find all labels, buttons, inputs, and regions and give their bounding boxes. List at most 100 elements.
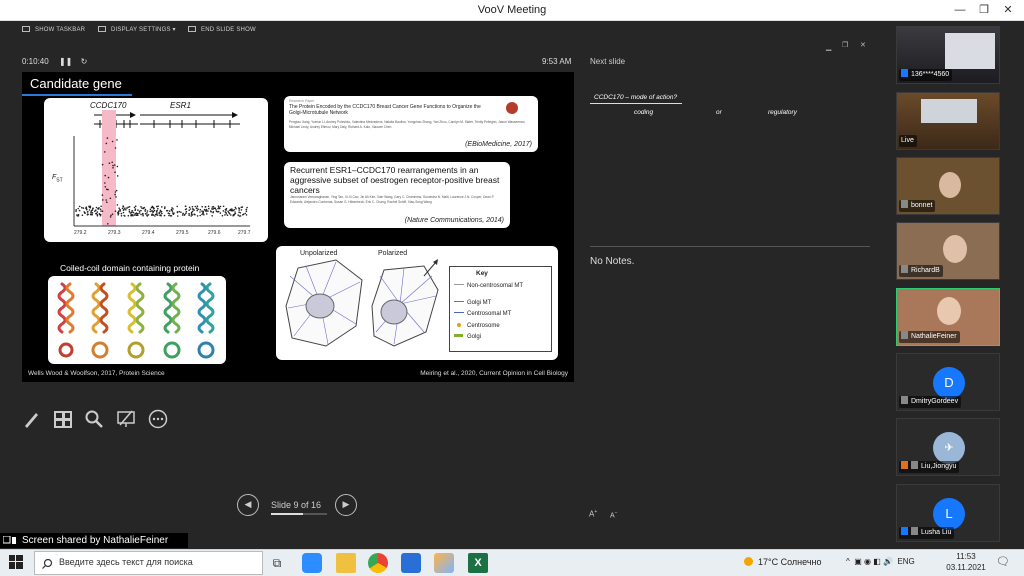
show-taskbar-button[interactable]: SHOW TASKBAR bbox=[22, 26, 85, 33]
participant-tile[interactable]: 136****4560 bbox=[896, 26, 1000, 84]
fst-point bbox=[135, 214, 138, 216]
pp-minimize-icon[interactable]: ▁ bbox=[826, 43, 831, 51]
participant-tile[interactable]: bonnet bbox=[896, 157, 1000, 215]
excel-icon[interactable]: X bbox=[468, 553, 488, 573]
fst-point bbox=[156, 205, 158, 208]
display-settings-button[interactable]: DISPLAY SETTINGS ▾ bbox=[98, 26, 176, 33]
key-item: Centrosome bbox=[454, 323, 500, 330]
fst-point bbox=[107, 188, 109, 191]
black-screen-icon[interactable] bbox=[116, 409, 136, 429]
x-tick: 279.3 bbox=[108, 230, 121, 236]
fst-point bbox=[163, 214, 166, 217]
previous-slide-button[interactable]: ◀ bbox=[237, 494, 259, 516]
reset-timer-icon[interactable]: ↻ bbox=[81, 57, 88, 66]
more-options-icon[interactable] bbox=[148, 409, 168, 429]
close-icon[interactable]: ✕ bbox=[996, 0, 1020, 21]
voov-app-icon[interactable] bbox=[401, 553, 421, 573]
fst-point bbox=[138, 210, 141, 213]
taskbar-search[interactable]: Введите здесь текст для поиска bbox=[34, 551, 263, 575]
fst-point bbox=[188, 206, 191, 209]
increase-font-button[interactable]: A+ bbox=[589, 509, 597, 519]
fst-point bbox=[170, 209, 173, 212]
fst-point bbox=[107, 176, 110, 179]
pp-close-icon[interactable]: ✕ bbox=[860, 41, 866, 49]
fst-point bbox=[138, 212, 141, 214]
fst-point bbox=[77, 207, 79, 210]
participant-tile-active[interactable]: NathalieFeiner bbox=[896, 288, 1000, 346]
fst-point bbox=[181, 214, 184, 216]
fst-point bbox=[207, 210, 209, 212]
fst-point bbox=[230, 214, 232, 216]
notification-icon[interactable]: 🗨 bbox=[996, 555, 1010, 568]
search-icon bbox=[42, 558, 53, 569]
file-explorer-icon[interactable] bbox=[336, 553, 356, 573]
arrow-right-icon: ▶ bbox=[342, 499, 350, 509]
participant-tile[interactable]: RichardB bbox=[896, 222, 1000, 280]
fst-point bbox=[109, 216, 112, 218]
fst-point bbox=[101, 194, 104, 196]
participant-name: DmitryGordeev bbox=[899, 396, 962, 408]
fst-point bbox=[212, 208, 214, 210]
chrome-icon[interactable] bbox=[368, 553, 388, 573]
paper-title: Recurrent ESR1–CCDC170 rearrangements in… bbox=[290, 165, 500, 195]
fst-point bbox=[117, 214, 119, 216]
fst-point bbox=[217, 205, 220, 207]
fst-point bbox=[114, 191, 117, 193]
fst-point bbox=[166, 209, 169, 212]
end-slide-show-button[interactable]: END SLIDE SHOW bbox=[188, 26, 256, 33]
participant-name: Lusha Liu bbox=[899, 527, 955, 539]
fst-point bbox=[210, 210, 212, 213]
taskbar-clock[interactable]: 11:53 03.11.2021 bbox=[946, 551, 986, 573]
fst-point bbox=[207, 205, 210, 208]
slide-counter: Slide 9 of 16 bbox=[271, 500, 322, 510]
fst-point bbox=[86, 208, 88, 211]
cell-polarization-figure: Unpolarized Polarized Key Non-centrosoma… bbox=[276, 246, 558, 360]
fst-point bbox=[96, 215, 99, 217]
participant-tile[interactable]: D DmitryGordeev bbox=[896, 353, 1000, 411]
fst-point bbox=[225, 207, 228, 210]
weather-widget[interactable]: 17°C Солнечно bbox=[744, 557, 822, 567]
fst-point bbox=[161, 206, 163, 208]
participant-tile[interactable]: ✈ Liu,Jiongyu bbox=[896, 418, 1000, 476]
current-slide: Candidate gene CCDC170 ESR1 FST 279.2 27… bbox=[22, 72, 574, 382]
fst-point bbox=[231, 209, 234, 212]
fst-point bbox=[201, 205, 203, 208]
zoom-icon[interactable] bbox=[84, 409, 104, 429]
participant-tile[interactable]: L Lusha Liu bbox=[896, 484, 1000, 542]
next-slide-button[interactable]: ▶ bbox=[335, 494, 357, 516]
fst-point bbox=[81, 206, 83, 209]
screen-share-indicator: Screen shared by NathalieFeiner bbox=[0, 533, 188, 548]
fst-point bbox=[245, 214, 248, 216]
fst-point bbox=[102, 199, 104, 201]
fst-point bbox=[219, 205, 222, 208]
cell-diagram bbox=[285, 259, 439, 347]
minimize-icon[interactable]: — bbox=[948, 0, 972, 21]
task-view-icon[interactable]: ⧉ bbox=[267, 553, 287, 573]
participant-tile[interactable]: Live bbox=[896, 92, 1000, 150]
system-tray[interactable]: ^ ▣ ◉ ◧ 🔊 ENG bbox=[846, 557, 915, 566]
title-bar: VooV Meeting — ❐ ✕ bbox=[0, 0, 1024, 21]
fst-point bbox=[154, 215, 156, 217]
restore-icon[interactable]: ❐ bbox=[972, 0, 996, 21]
fst-point bbox=[131, 214, 134, 216]
windows-start-icon[interactable] bbox=[9, 555, 23, 569]
fst-plot-card: CCDC170 ESR1 FST 279.2 279.3 279.4 279.5… bbox=[44, 98, 268, 242]
fst-point bbox=[111, 213, 114, 215]
fst-point bbox=[104, 151, 106, 153]
fst-point bbox=[91, 213, 93, 216]
pp-restore-icon[interactable]: ❐ bbox=[842, 41, 848, 49]
fst-point bbox=[168, 212, 171, 215]
fst-point bbox=[190, 215, 192, 217]
fst-point bbox=[142, 212, 144, 215]
decrease-font-button[interactable]: A− bbox=[610, 510, 618, 519]
pause-icon[interactable]: ❚❚ bbox=[59, 57, 72, 66]
paper-citation: (EBioMedicine, 2017) bbox=[465, 141, 532, 148]
zoom-app-icon[interactable] bbox=[302, 553, 322, 573]
fst-point bbox=[159, 209, 162, 212]
pen-tool-icon[interactable] bbox=[22, 409, 42, 429]
see-all-slides-icon[interactable] bbox=[53, 409, 73, 429]
paint-app-icon[interactable] bbox=[434, 553, 454, 573]
fst-point bbox=[218, 207, 221, 210]
paper-authors: Pengtao Jiang, Yuerun Li, Andrey Poleshk… bbox=[289, 120, 526, 129]
fst-point bbox=[96, 211, 99, 213]
